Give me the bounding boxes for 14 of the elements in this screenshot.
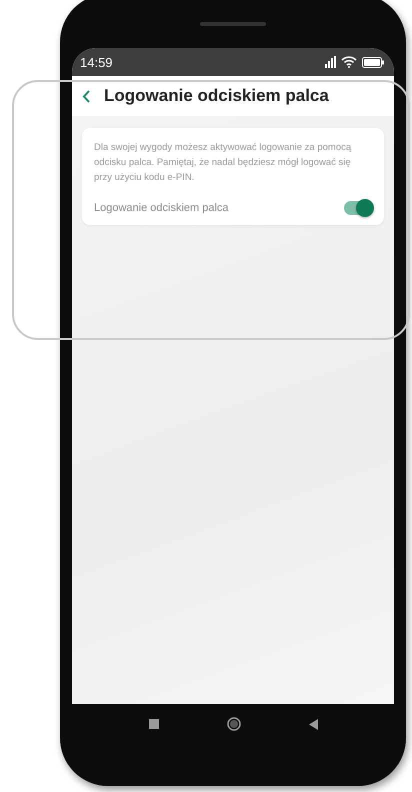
triangle-icon[interactable] xyxy=(308,718,318,730)
circle-icon[interactable] xyxy=(226,717,240,731)
battery-icon xyxy=(362,56,384,68)
status-time: 14:59 xyxy=(80,54,113,70)
wifi-icon xyxy=(341,56,357,68)
back-button[interactable] xyxy=(82,90,90,102)
description-text: Dla swojej wygody możesz aktywować logowanie za pomocą odcisku palca. Pamiętaj, że nadal będziesz mógł logować się przy użyciu kodu e-PIN. xyxy=(94,141,352,185)
signal-icon xyxy=(322,56,336,68)
back-icon xyxy=(82,90,90,102)
page-title: Logowanie odciskiem palca xyxy=(104,86,329,106)
speaker-grille xyxy=(200,22,266,26)
setting-label: Logowanie odciskiem palca xyxy=(94,202,229,214)
toggle-switch[interactable] xyxy=(344,201,372,215)
square-icon[interactable] xyxy=(148,719,158,729)
